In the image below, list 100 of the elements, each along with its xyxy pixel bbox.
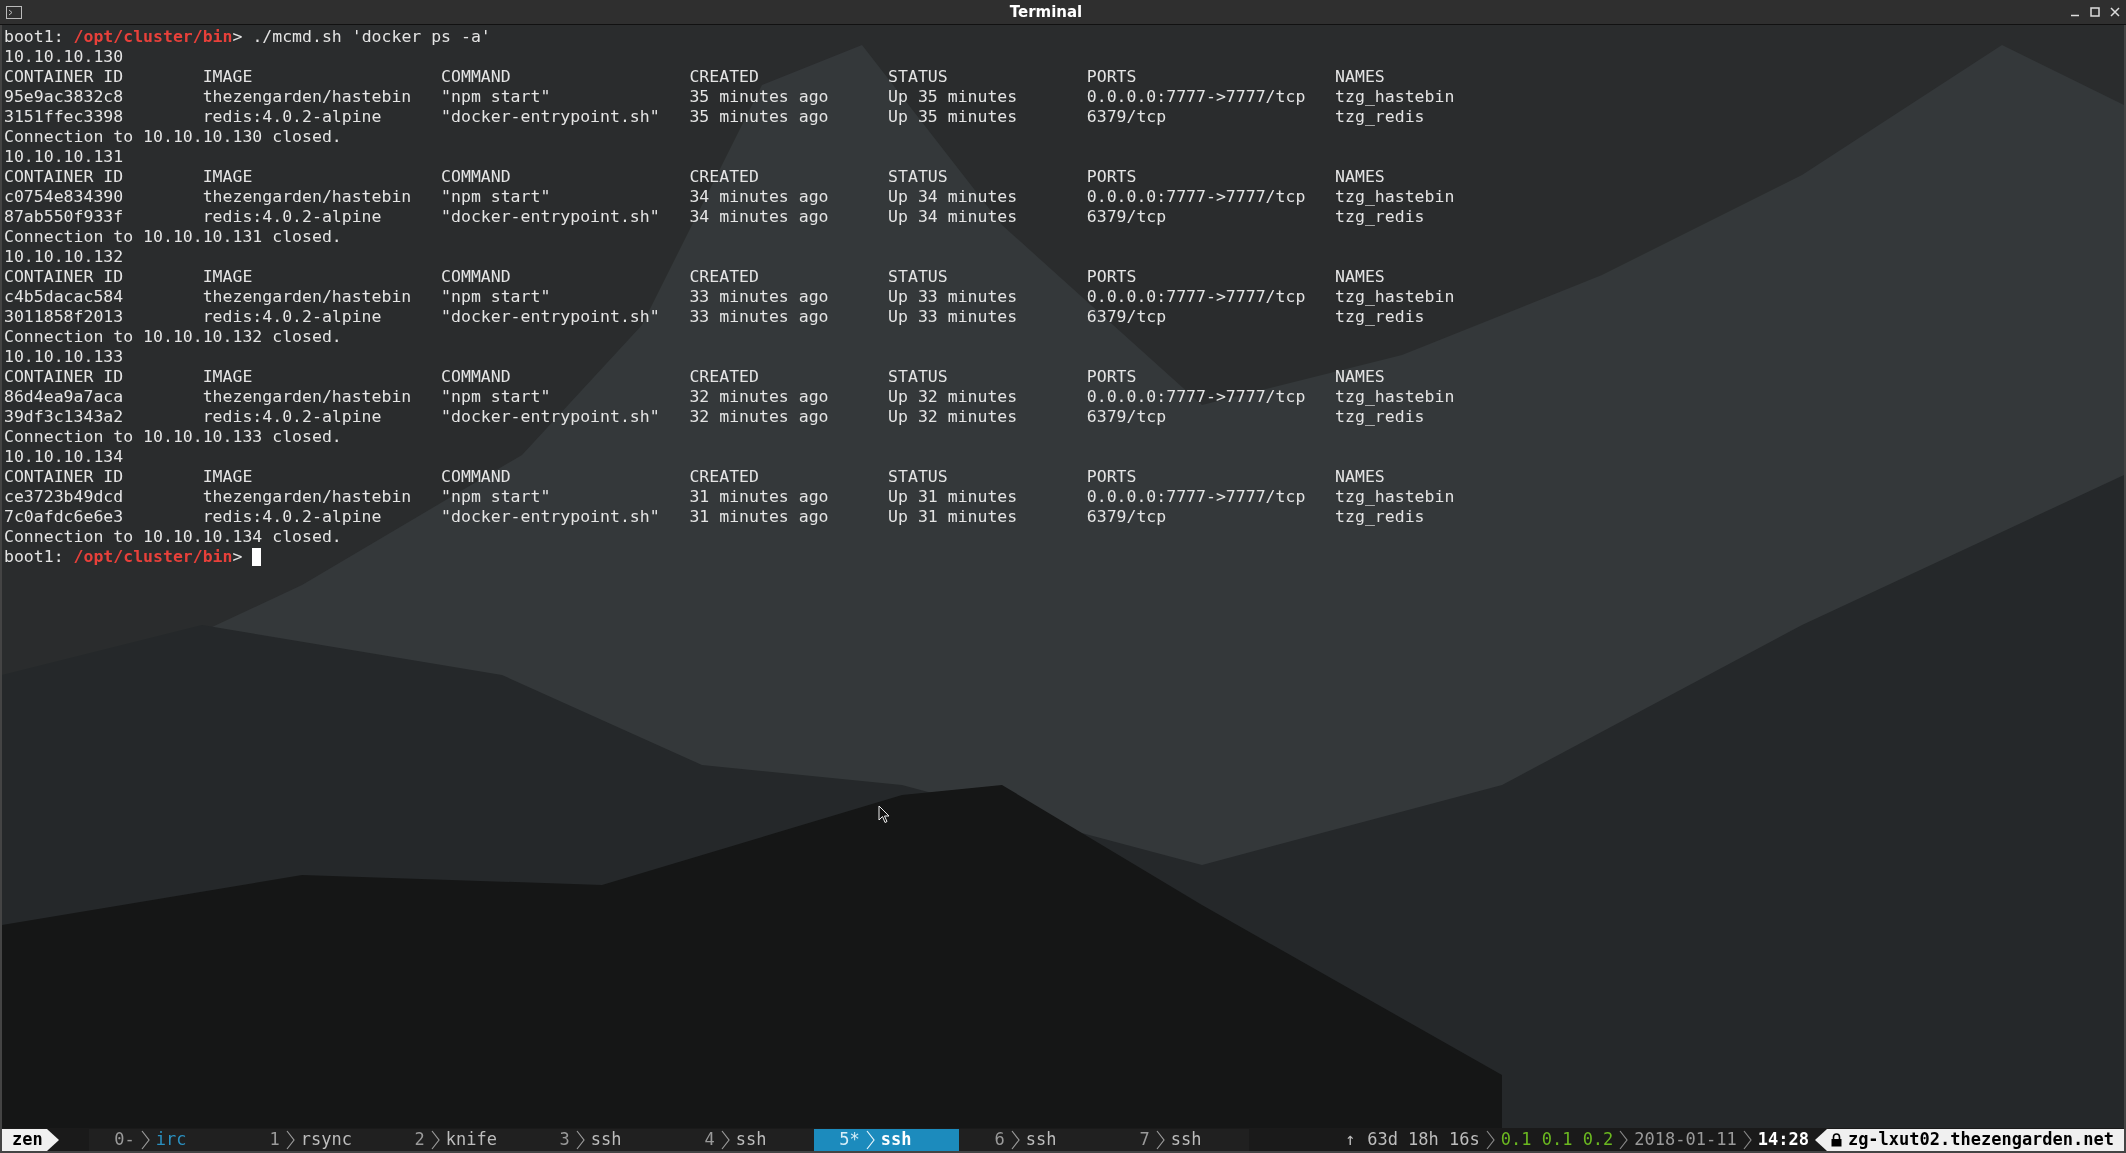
table-cell: 3151ffec3398	[4, 107, 124, 126]
table-cell: "npm start"	[441, 287, 551, 306]
chevron-icon	[720, 1129, 730, 1150]
chevron-icon	[285, 1129, 295, 1150]
prompt-path: /opt/cluster/bin	[73, 27, 233, 47]
column-header: CREATED	[689, 67, 759, 86]
table-cell: "npm start"	[441, 187, 551, 206]
column-header: IMAGE	[202, 367, 253, 386]
column-header: COMMAND	[441, 467, 511, 486]
column-header: NAMES	[1335, 467, 1385, 486]
connection-closed-message: Connection to 10.10.10.134 closed.	[4, 527, 342, 546]
column-header: CREATED	[689, 467, 759, 486]
table-cell: 33 minutes ago	[689, 287, 829, 306]
table-cell: Up 31 minutes	[888, 507, 1018, 526]
table-cell: Up 35 minutes	[888, 107, 1018, 126]
connection-closed-message: Connection to 10.10.10.132 closed.	[4, 327, 342, 346]
table-cell: 86d4ea9a7aca	[4, 387, 124, 406]
host-address: 10.10.10.132	[4, 247, 124, 266]
prompt-symbol: >	[232, 547, 244, 567]
column-header: CREATED	[689, 267, 759, 286]
column-header: PORTS	[1086, 367, 1137, 386]
maximize-icon[interactable]	[2090, 7, 2100, 17]
table-cell: 34 minutes ago	[689, 207, 829, 226]
window-tab[interactable]: 5* ssh	[813, 1128, 959, 1151]
chevron-icon	[1742, 1129, 1752, 1150]
window-tab[interactable]: 2 knife	[378, 1128, 524, 1151]
table-cell: tzg_redis	[1335, 307, 1425, 326]
chevron-icon	[1155, 1129, 1165, 1150]
table-cell: 31 minutes ago	[689, 507, 829, 526]
column-header: NAMES	[1335, 367, 1385, 386]
table-cell: tzg_redis	[1335, 107, 1425, 126]
window-tab[interactable]: 6 ssh	[958, 1128, 1104, 1151]
host-address: 10.10.10.130	[4, 47, 124, 66]
close-icon[interactable]	[2110, 7, 2120, 17]
table-cell: 0.0.0.0:7777->7777/tcp	[1086, 187, 1306, 206]
table-cell: 6379/tcp	[1086, 107, 1167, 126]
table-cell: tzg_redis	[1335, 207, 1425, 226]
table-cell: tzg_hastebin	[1335, 87, 1455, 106]
table-cell: Up 34 minutes	[888, 187, 1018, 206]
table-cell: thezengarden/hastebin	[202, 387, 412, 406]
column-header: COMMAND	[441, 367, 511, 386]
window-title: Terminal	[1009, 1, 1083, 23]
time-text: 14:28	[1757, 1127, 1809, 1151]
table-cell: tzg_hastebin	[1335, 487, 1455, 506]
lock-icon	[1830, 1132, 1842, 1147]
column-header: STATUS	[888, 67, 948, 86]
table-cell: Up 32 minutes	[888, 407, 1018, 426]
table-cell: "npm start"	[441, 387, 551, 406]
connection-closed-message: Connection to 10.10.10.131 closed.	[4, 227, 342, 246]
connection-closed-message: Connection to 10.10.10.133 closed.	[4, 427, 342, 446]
chevron-icon	[430, 1129, 440, 1150]
table-cell: thezengarden/hastebin	[202, 287, 412, 306]
host-address: 10.10.10.131	[4, 147, 124, 166]
table-cell: 0.0.0.0:7777->7777/tcp	[1086, 387, 1306, 406]
column-header: PORTS	[1086, 167, 1137, 186]
table-cell: redis:4.0.2-alpine	[202, 207, 382, 226]
table-cell: Up 33 minutes	[888, 287, 1018, 306]
column-header: IMAGE	[202, 167, 253, 186]
column-header: PORTS	[1086, 67, 1137, 86]
command-text: ./mcmd.sh 'docker ps -a'	[252, 27, 491, 47]
table-cell: 0.0.0.0:7777->7777/tcp	[1086, 487, 1306, 506]
window-tab[interactable]: 1 rsync	[233, 1128, 379, 1151]
column-header: PORTS	[1086, 467, 1137, 486]
table-cell: c0754e834390	[4, 187, 124, 206]
window-tab[interactable]: 0- irc	[88, 1128, 234, 1151]
date-text: 2018-01-11	[1634, 1127, 1737, 1151]
column-header: CONTAINER ID	[4, 367, 124, 386]
table-cell: c4b5dacac584	[4, 287, 124, 306]
table-cell: 95e9ac3832c8	[4, 87, 124, 106]
table-cell: Up 33 minutes	[888, 307, 1018, 326]
window-tab[interactable]: 4 ssh	[668, 1128, 814, 1151]
hostname-text: zg-lxut02.thezengarden.net	[1847, 1127, 2114, 1151]
column-header: CREATED	[689, 167, 759, 186]
table-cell: Up 32 minutes	[888, 387, 1018, 406]
window-tab[interactable]: 7 ssh	[1103, 1128, 1249, 1151]
column-header: IMAGE	[202, 467, 253, 486]
table-cell: Up 34 minutes	[888, 207, 1018, 226]
column-header: CONTAINER ID	[4, 267, 124, 286]
table-cell: "docker-entrypoint.sh"	[441, 507, 660, 526]
chevron-icon	[865, 1129, 875, 1150]
chevron-icon	[575, 1129, 585, 1150]
load-average: 0.1 0.1 0.2	[1500, 1127, 1614, 1151]
uptime-arrow: ↑	[1344, 1127, 1356, 1151]
table-cell: 6379/tcp	[1086, 207, 1167, 226]
window-tab[interactable]: 3 ssh	[523, 1128, 669, 1151]
column-header: IMAGE	[202, 67, 253, 86]
table-cell: 35 minutes ago	[689, 107, 829, 126]
table-cell: "docker-entrypoint.sh"	[441, 207, 660, 226]
table-cell: redis:4.0.2-alpine	[202, 307, 382, 326]
column-header: COMMAND	[441, 67, 511, 86]
prompt-path: /opt/cluster/bin	[73, 547, 233, 567]
table-cell: tzg_redis	[1335, 507, 1425, 526]
column-header: STATUS	[888, 267, 948, 286]
table-cell: tzg_hastebin	[1335, 387, 1455, 406]
table-cell: 0.0.0.0:7777->7777/tcp	[1086, 287, 1306, 306]
table-cell: redis:4.0.2-alpine	[202, 407, 382, 426]
table-cell: tzg_hastebin	[1335, 287, 1455, 306]
table-cell: 31 minutes ago	[689, 487, 829, 506]
table-cell: 35 minutes ago	[689, 87, 829, 106]
host-address: 10.10.10.134	[4, 447, 124, 466]
